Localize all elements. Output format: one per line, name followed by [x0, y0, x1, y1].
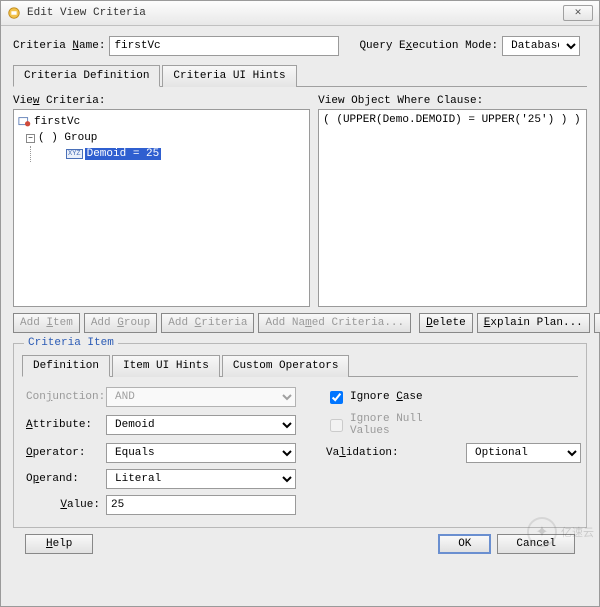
titlebar: Edit View Criteria ✕ — [1, 1, 599, 26]
ok-button[interactable]: OK — [438, 534, 491, 554]
explain-plan-button[interactable]: Explain Plan... — [477, 313, 590, 333]
item-tabs: Definition Item UI Hints Custom Operator… — [22, 354, 578, 377]
close-button[interactable]: ✕ — [563, 5, 593, 21]
conjunction-label: Conjunction: — [26, 391, 106, 403]
add-group-button[interactable]: Add Group — [84, 313, 157, 333]
ignore-null-checkbox: Ignore Null Values — [326, 413, 466, 437]
operand-label: Operand: — [26, 473, 106, 485]
criteria-button-row: Add Item Add Group Add Criteria Add Name… — [13, 313, 587, 333]
tab-item-definition[interactable]: Definition — [22, 355, 110, 377]
add-named-criteria-button[interactable]: Add Named Criteria... — [258, 313, 411, 333]
tree-leaf[interactable]: XYZ Demoid = 25 — [18, 146, 305, 162]
header-row: Criteria Name: Query Execution Mode: Dat… — [13, 36, 587, 56]
tree-group[interactable]: − ( ) Group — [18, 130, 305, 146]
where-clause-label: View Object Where Clause: — [318, 95, 587, 107]
where-clause-box: ( (UPPER(Demo.DEMOID) = UPPER('25') ) ) — [318, 109, 587, 307]
footer-bar: Help OK Cancel — [13, 528, 587, 554]
validation-select[interactable]: Optional — [466, 443, 581, 463]
criteria-name-input[interactable] — [109, 36, 339, 56]
attribute-label: Attribute: — [26, 419, 106, 431]
main-tabs: Criteria Definition Criteria UI Hints — [13, 64, 587, 87]
attribute-select[interactable]: Demoid — [106, 415, 296, 435]
operator-select[interactable]: Equals — [106, 443, 296, 463]
exec-mode-label: Query Execution Mode: — [359, 40, 498, 52]
operator-label: Operator: — [26, 447, 106, 459]
exec-mode-select[interactable]: Database — [502, 36, 580, 56]
main-tab-body: View Criteria: firstVc − ( ) Group — [13, 87, 587, 528]
dialog-window: Edit View Criteria ✕ Criteria Name: Quer… — [0, 0, 600, 607]
watermark-icon: ✦ — [527, 517, 557, 547]
validation-label: Validation: — [326, 447, 466, 459]
tab-item-custom-operators[interactable]: Custom Operators — [222, 355, 350, 377]
test-button[interactable]: Test — [594, 313, 600, 333]
app-icon — [7, 6, 21, 20]
watermark: ✦ 亿速云 — [527, 517, 594, 547]
help-button[interactable]: Help — [25, 534, 93, 554]
value-input[interactable] — [106, 495, 296, 515]
value-label: Value: — [26, 499, 106, 511]
window-title: Edit View Criteria — [27, 7, 563, 19]
view-criteria-label: View Criteria: — [13, 95, 310, 107]
add-criteria-button[interactable]: Add Criteria — [161, 313, 254, 333]
xyz-icon: XYZ — [66, 149, 83, 159]
criteria-item-legend: Criteria Item — [24, 337, 118, 349]
operand-select[interactable]: Literal — [106, 469, 296, 489]
tab-criteria-definition[interactable]: Criteria Definition — [13, 65, 160, 87]
criteria-name-label: Criteria Name: — [13, 40, 105, 52]
collapse-icon[interactable]: − — [26, 134, 35, 143]
tree-leaf-label: Demoid = 25 — [85, 148, 162, 160]
tree-root[interactable]: firstVc — [18, 114, 305, 130]
conjunction-select: AND — [106, 387, 296, 407]
delete-button[interactable]: Delete — [419, 313, 473, 333]
ignore-case-input[interactable] — [330, 391, 343, 404]
criteria-icon — [18, 116, 32, 128]
view-criteria-tree[interactable]: firstVc − ( ) Group XYZ Demoid = 25 — [13, 109, 310, 307]
tab-criteria-ui-hints[interactable]: Criteria UI Hints — [162, 65, 296, 87]
ignore-case-checkbox[interactable]: Ignore Case — [326, 388, 466, 407]
tab-item-ui-hints[interactable]: Item UI Hints — [112, 355, 220, 377]
add-item-button[interactable]: Add Item — [13, 313, 80, 333]
ignore-null-input — [330, 419, 343, 432]
criteria-item-fieldset: Criteria Item Definition Item UI Hints C… — [13, 343, 587, 528]
